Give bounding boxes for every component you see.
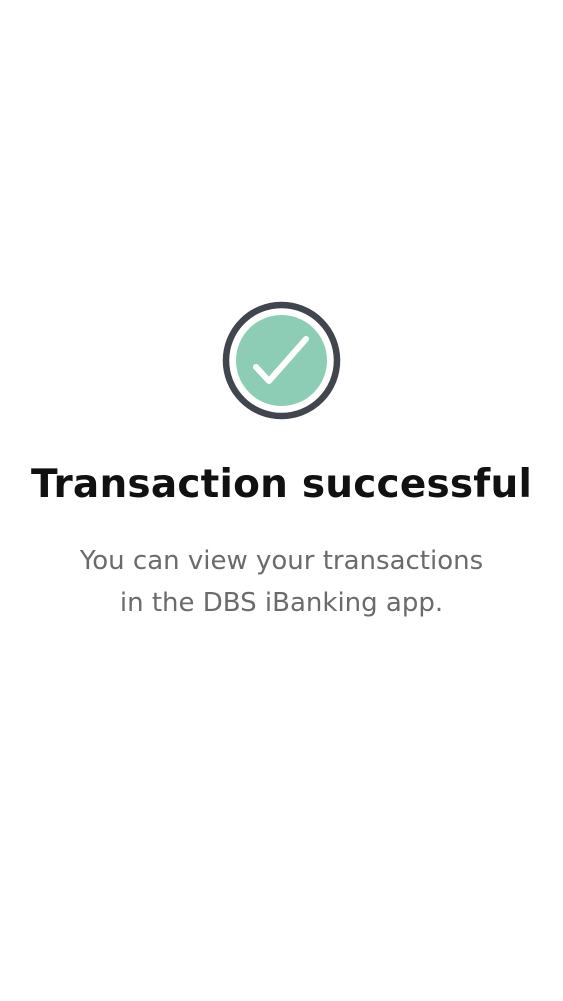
success-message-line-2: in the DBS iBanking app. [119, 588, 444, 618]
success-message: You can view your transactions in the DB… [0, 540, 563, 624]
check-circle-icon [221, 300, 342, 421]
success-message-line-1: You can view your transactions [79, 546, 484, 576]
success-title: Transaction successful [30, 462, 533, 507]
success-screen: Transaction successful You can view your… [0, 0, 563, 1001]
